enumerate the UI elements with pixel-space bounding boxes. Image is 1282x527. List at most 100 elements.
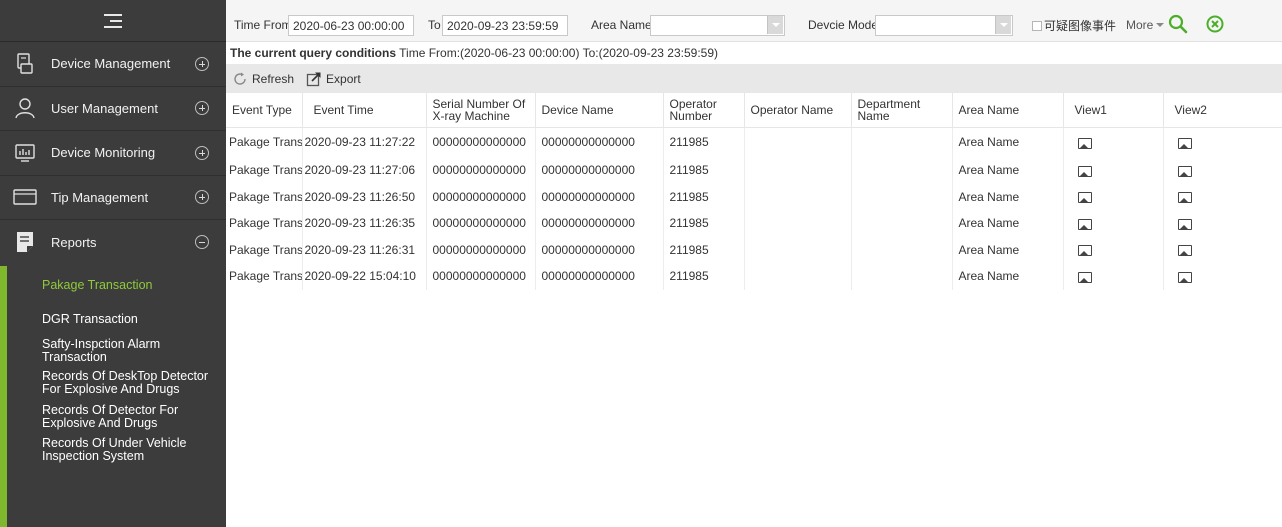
cell-event-type: Pakage Transac [226,210,303,237]
column-header[interactable]: Operator Number [663,93,745,128]
device-model-label: Devcie Model [808,18,881,32]
image-icon[interactable] [1077,165,1092,177]
cell-area-name: Area Name [952,157,1064,184]
cell-device-name: 00000000000000 [535,236,664,263]
image-icon[interactable] [1177,218,1192,230]
column-header[interactable]: Device Name [535,93,664,128]
table-row[interactable]: Pakage Transac 2020-09-22 15:04:10 00000… [226,263,1282,290]
cell-operator-name [744,157,852,184]
time-from-input[interactable] [288,15,414,36]
expand-icon[interactable] [195,190,209,205]
cell-operator-name [744,263,852,290]
cell-device-name: 00000000000000 [535,210,664,237]
more-button[interactable]: More [1126,15,1165,35]
submenu-item-dgr-transaction[interactable]: DGR Transaction [0,313,226,326]
time-to-input[interactable] [442,15,568,36]
cell-area-name: Area Name [952,127,1064,157]
column-header[interactable]: Operator Name [744,93,852,128]
more-label: More [1126,18,1154,32]
cell-device-name: 00000000000000 [535,183,664,210]
table-header-row: Event Type Event Time Serial Number Of X… [226,93,1282,128]
submenu-item-detector-records[interactable]: Records Of Detector For Explosive And Dr… [0,404,200,430]
image-icon[interactable] [1177,245,1192,257]
cell-event-type: Pakage Transac [226,157,303,184]
image-icon[interactable] [1077,192,1092,204]
transactions-table: Event Type Event Time Serial Number Of X… [226,93,1282,290]
chevron-down-icon [1156,23,1165,27]
expand-icon[interactable] [195,101,209,116]
image-icon[interactable] [1077,137,1092,149]
user-icon [13,96,37,120]
column-header[interactable]: Area Name [952,93,1064,128]
image-icon[interactable] [1177,271,1192,283]
cell-operator-name [744,210,852,237]
collapse-icon[interactable] [195,235,209,250]
submenu-item-safty-inspection-alarm[interactable]: Safty-Inspction Alarm Transaction [0,338,190,364]
cell-operator-number: 211985 [663,157,745,184]
table-row[interactable]: Pakage Transac 2020-09-23 11:26:35 00000… [226,210,1282,237]
refresh-button[interactable]: Refresh [232,71,294,87]
submenu-item-under-vehicle-records[interactable]: Records Of Under Vehicle Inspection Syst… [0,437,200,463]
sidebar-item-reports[interactable]: Reports [0,220,226,265]
cell-view1 [1063,157,1164,184]
export-button[interactable]: Export [306,71,361,87]
filter-bar: Time From To Area Name Devcie Model 可疑图像… [226,0,1282,42]
table-row[interactable]: Pakage Transac 2020-09-23 11:26:31 00000… [226,236,1282,263]
cell-view1 [1063,127,1164,157]
column-header[interactable]: Department Name [851,93,953,128]
submenu-item-pakage-transaction[interactable]: Pakage Transaction [0,279,226,292]
image-icon[interactable] [1177,192,1192,204]
column-header[interactable]: View2 [1163,93,1282,128]
clear-icon[interactable] [1205,14,1225,37]
refresh-icon [232,71,248,87]
query-conditions-label: The current query conditions [230,46,397,60]
expand-icon[interactable] [195,145,209,160]
cell-event-time: 2020-09-23 11:26:50 [302,183,427,210]
cell-area-name: Area Name [952,183,1064,210]
table-row[interactable]: Pakage Transac 2020-09-23 11:27:06 00000… [226,157,1282,184]
image-icon[interactable] [1177,137,1192,149]
submenu-item-desktop-detector-records[interactable]: Records Of DeskTop Detector For Explosiv… [0,370,220,396]
image-icon[interactable] [1077,271,1092,283]
column-header[interactable]: Event Type [226,93,303,128]
search-icon[interactable] [1168,14,1188,37]
reports-icon [13,230,37,254]
cell-device-name: 00000000000000 [535,157,664,184]
cell-view2 [1163,263,1282,290]
cell-event-time: 2020-09-22 15:04:10 [302,263,427,290]
cell-view2 [1163,183,1282,210]
device-model-select[interactable] [875,15,1013,36]
cell-department-name [851,210,953,237]
area-name-dropdown-button[interactable] [767,16,783,34]
export-label: Export [326,71,361,86]
cell-serial-number: 00000000000000 [426,210,536,237]
image-icon[interactable] [1077,245,1092,257]
expand-icon[interactable] [195,56,209,71]
sidebar-item-label: Device Management [51,56,171,72]
table-row[interactable]: Pakage Transac 2020-09-23 11:27:22 00000… [226,127,1282,157]
sidebar-item-tip-management[interactable]: Tip Management [0,176,226,220]
sidebar-item-user-management[interactable]: User Management [0,87,226,131]
cell-serial-number: 00000000000000 [426,183,536,210]
sidebar-collapse-toggle[interactable] [0,0,226,42]
sidebar-item-device-monitoring[interactable]: Device Monitoring [0,131,226,176]
table-row[interactable]: Pakage Transac 2020-09-23 11:26:50 00000… [226,183,1282,210]
cell-operator-number: 211985 [663,183,745,210]
image-icon[interactable] [1077,218,1092,230]
query-conditions-text: Time From:(2020-06-23 00:00:00) To:(2020… [399,46,719,60]
device-model-dropdown-button[interactable] [995,16,1011,34]
refresh-label: Refresh [252,71,295,86]
sidebar-item-device-management[interactable]: Device Management [0,42,226,87]
suspicious-image-checkbox[interactable] [1032,21,1042,31]
column-header[interactable]: View1 [1063,93,1164,128]
image-icon[interactable] [1177,165,1192,177]
cell-serial-number: 00000000000000 [426,127,536,157]
area-name-select[interactable] [650,15,785,36]
toolbar: Refresh Export [226,64,1282,93]
cell-department-name [851,263,953,290]
column-header[interactable]: Serial Number Of X-ray Machine [426,93,536,128]
menu-toggle-icon[interactable] [104,13,122,28]
column-header[interactable]: Event Time [302,93,427,128]
cell-department-name [851,157,953,184]
cell-area-name: Area Name [952,236,1064,263]
